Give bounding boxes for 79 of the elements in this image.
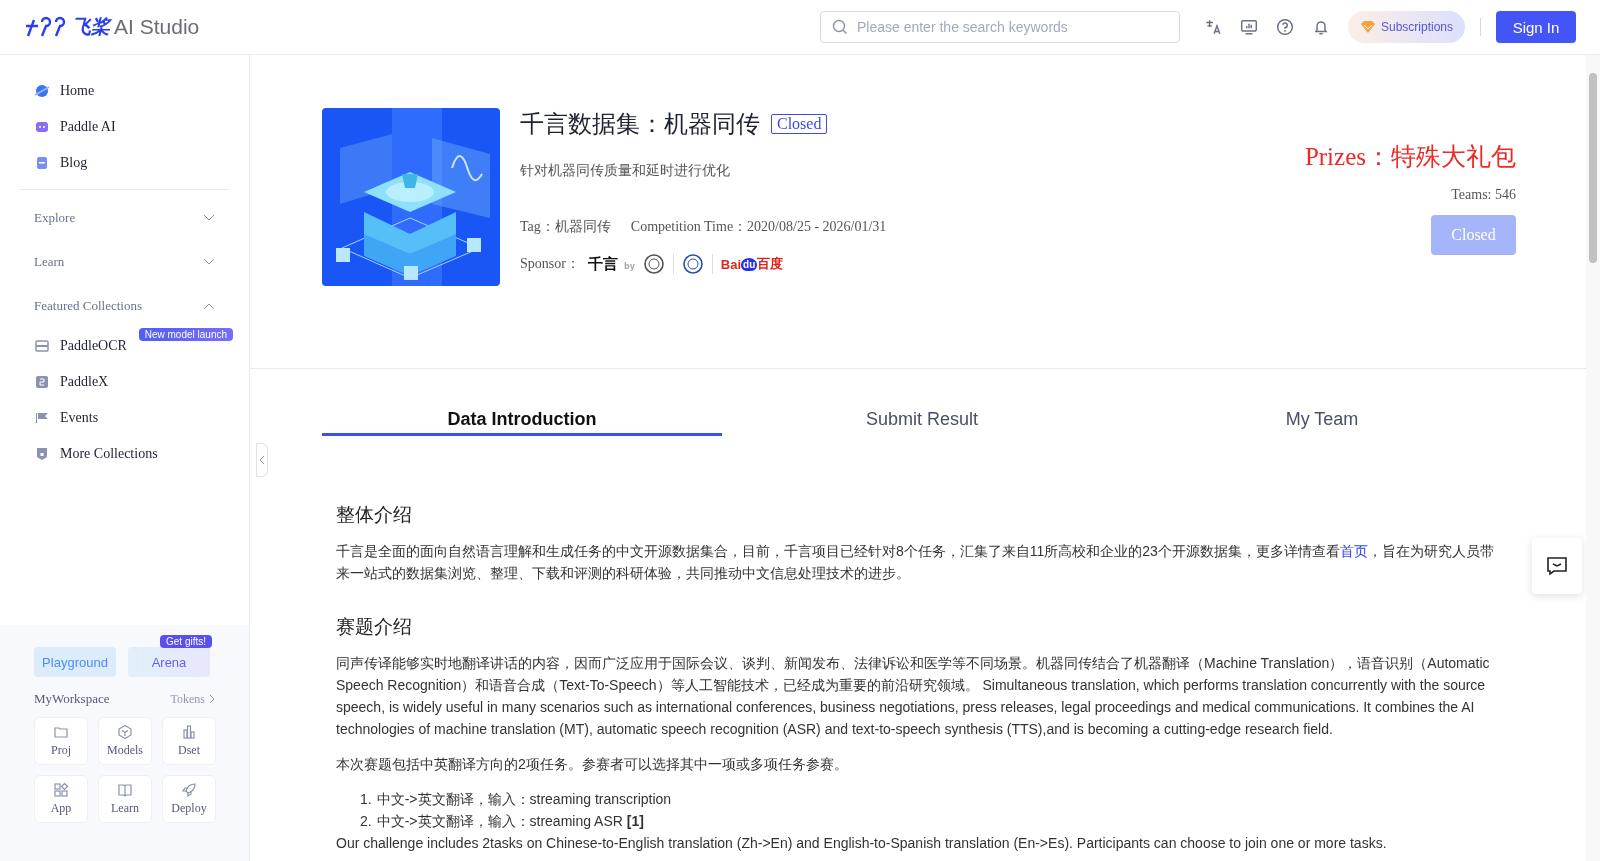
doc-icon — [34, 155, 50, 171]
bot-icon — [34, 119, 50, 135]
competition-title: 千言数据集：机器同传 — [520, 109, 760, 140]
status-badge: Closed — [771, 114, 828, 134]
competition-subtitle: 针对机器同传质量和延时进行优化 — [520, 162, 731, 180]
chevron-icon — [203, 302, 215, 310]
tab[interactable]: Data Introduction — [322, 405, 722, 436]
chat-icon — [1546, 556, 1568, 576]
subscriptions-button[interactable]: Subscriptions — [1347, 11, 1465, 43]
workspace-tile[interactable]: Deploy — [162, 775, 216, 823]
help-icon — [1275, 18, 1294, 36]
section-header[interactable]: Explore — [20, 196, 229, 240]
new-badge: New model launch — [138, 328, 233, 341]
list-number: 1. — [360, 790, 372, 809]
book-icon — [117, 782, 133, 798]
chevron-icon — [209, 694, 215, 704]
tab[interactable]: My Team — [1122, 405, 1522, 436]
paragraph: 千言是全面的面向自然语言理解和生成任务的中文开源数据集合，目前，千言项目已经针对8个任务，汇集了来自11所高校和企业的23个开源数据集，更多详情查看首页，旨在为研究人员带来一站式的数据集浏览、整理、下载和评测的科研体验，共同推动中文信息处理技术的进步。 — [336, 542, 1495, 583]
planet-icon — [34, 83, 50, 99]
workspace-title: MyWorkspace — [34, 691, 110, 707]
sidebar-item[interactable]: Home — [20, 73, 229, 109]
sidebar-item[interactable]: Paddle AI — [20, 109, 229, 145]
logo[interactable]: 飞桨 AI Studio — [24, 14, 200, 40]
gem-icon — [1359, 20, 1376, 34]
sidebar-item[interactable]: Events — [20, 400, 229, 436]
sidebar-item[interactable]: Blog — [20, 145, 229, 181]
section-heading: 赛题介绍 — [336, 614, 413, 639]
mode-button[interactable]: Arena — [128, 647, 210, 677]
translate-button[interactable] — [1203, 18, 1222, 36]
workspace-tile[interactable]: Learn — [98, 775, 152, 823]
workspace-tile[interactable]: Dset — [162, 717, 216, 765]
paragraph: 本次赛题包括中英翻译方向的2项任务。参赛者可以选择其中一项或多项任务参赛。 — [336, 755, 849, 774]
list-item: 中文->英文翻译，输入：streaming ASR [1] — [376, 812, 644, 831]
sidebar-item[interactable]: More Collections — [20, 436, 229, 472]
paragraph: Our challenge includes 2tasks on Chinese-to-English translation (Zh->En) and English-to-Spanish translation (En->Es). Participants can choose to join one or more tasks. — [336, 834, 1388, 853]
seal-icon — [681, 254, 704, 274]
paragraph: 同声传译能够实时地翻译讲话的内容，因而广泛应用于国际会议、谈判、新闻发布、法律诉讼和医学等不同场景。机器同传结合了机器翻译（Machine Translation），语音识别（Automatic Speech Recognition）和语音合成（Text-To-Speech）等人工智能技术，已经成为重要的前沿研究领域。 Simultaneous translation, which performs translation concurrently with the source speech, is widely useful in many scenarios such as international conferences, business negotiations, press releases, legal proceedings and medical communications. It combines the AI technologies of machine translation (MT), automatic speech recognition (ASR) and text-to-speech synthesis (TTS),and is becoming a cutting-edge research field. — [336, 654, 1491, 739]
feedback-button[interactable] — [1532, 538, 1582, 594]
chevron-icon — [203, 214, 215, 222]
scrollbar[interactable] — [1586, 55, 1600, 861]
home-link[interactable]: 首页 — [1339, 543, 1368, 559]
tab[interactable]: Submit Result — [722, 405, 1122, 436]
scan-icon — [34, 338, 50, 354]
section-header[interactable]: Learn — [20, 240, 229, 284]
workspace-tile[interactable]: Proj — [34, 717, 88, 765]
teams-count: Teams: 546 — [1451, 187, 1516, 203]
search-field[interactable]: Please enter the search keywords — [819, 11, 1180, 43]
folder-icon — [53, 724, 69, 740]
tag-text: Tag：机器同传 — [520, 218, 611, 236]
translate-icon — [1203, 18, 1222, 36]
list-item: 中文->英文翻译，输入：streaming transcription — [376, 790, 672, 809]
sponsor-logo: Baidu百度 — [720, 255, 784, 273]
prizes-text: Prizes：特殊大礼包 — [1304, 142, 1516, 172]
shield-icon — [34, 446, 50, 462]
sign-in-button[interactable]: Sign In — [1496, 11, 1576, 43]
chevron-icon — [259, 455, 265, 465]
search-icon — [831, 19, 848, 35]
rocket-icon — [181, 782, 197, 798]
chevron-icon — [203, 258, 215, 266]
sidebar-item[interactable]: PaddleX — [20, 364, 229, 400]
sponsor-label: Sponsor： — [520, 255, 580, 273]
bars-icon — [181, 724, 197, 740]
section-heading: 整体介绍 — [336, 502, 413, 527]
seal-icon — [642, 254, 665, 274]
gift-badge: Get gifts! — [160, 635, 212, 648]
monitor-icon — [1239, 18, 1258, 36]
sponsor-logo: 千言 by — [587, 254, 635, 274]
list-number: 2. — [360, 812, 372, 831]
workspace-tile[interactable]: Models — [98, 717, 152, 765]
workspace-tile[interactable]: App — [34, 775, 88, 823]
collapse-handle[interactable] — [256, 443, 268, 477]
cube-icon — [117, 724, 133, 740]
competition-time: Competition Time：2020/08/25 - 2026/01/31 — [630, 218, 887, 236]
section-header[interactable]: Featured Collections — [20, 284, 229, 328]
flag-icon — [34, 410, 50, 426]
flow-icon — [34, 374, 50, 390]
apps-icon — [53, 782, 69, 798]
monitor-button[interactable] — [1239, 18, 1258, 36]
help-button[interactable] — [1275, 18, 1294, 36]
